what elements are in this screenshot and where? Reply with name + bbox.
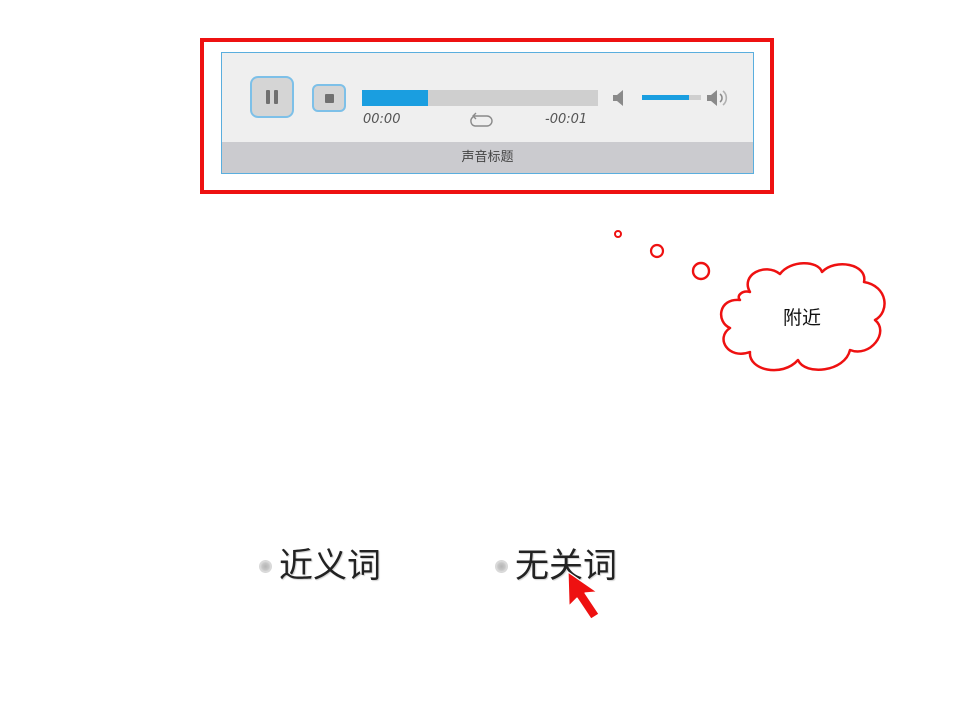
loop-icon[interactable] bbox=[467, 112, 495, 128]
stop-icon bbox=[325, 94, 334, 103]
progress-bar[interactable] bbox=[362, 90, 598, 106]
current-time: 00:00 bbox=[363, 112, 401, 127]
pause-button[interactable] bbox=[250, 76, 294, 118]
progress-fill bbox=[362, 90, 429, 106]
stop-button[interactable] bbox=[312, 84, 346, 112]
cursor-arrow-icon bbox=[567, 571, 600, 620]
pause-icon-bar-right bbox=[274, 90, 278, 104]
audio-player: 00:00 -00:01 声音标题 bbox=[221, 52, 754, 174]
audio-title: 声音标题 bbox=[222, 142, 753, 173]
radio-unrelated[interactable] bbox=[495, 559, 508, 573]
option-synonym[interactable]: 近义词 bbox=[259, 540, 381, 585]
option-synonym-label: 近义词 bbox=[279, 547, 381, 585]
thought-bubble bbox=[614, 230, 886, 372]
radio-synonym[interactable] bbox=[259, 559, 272, 573]
thought-bubble-text: 附近 bbox=[782, 307, 821, 329]
remaining-time: -00:01 bbox=[545, 112, 588, 127]
volume-fill bbox=[642, 95, 690, 100]
volume-slider[interactable] bbox=[642, 95, 701, 100]
volume-high-icon[interactable] bbox=[705, 88, 731, 108]
volume-low-icon[interactable] bbox=[611, 88, 629, 108]
pause-icon bbox=[266, 90, 270, 104]
